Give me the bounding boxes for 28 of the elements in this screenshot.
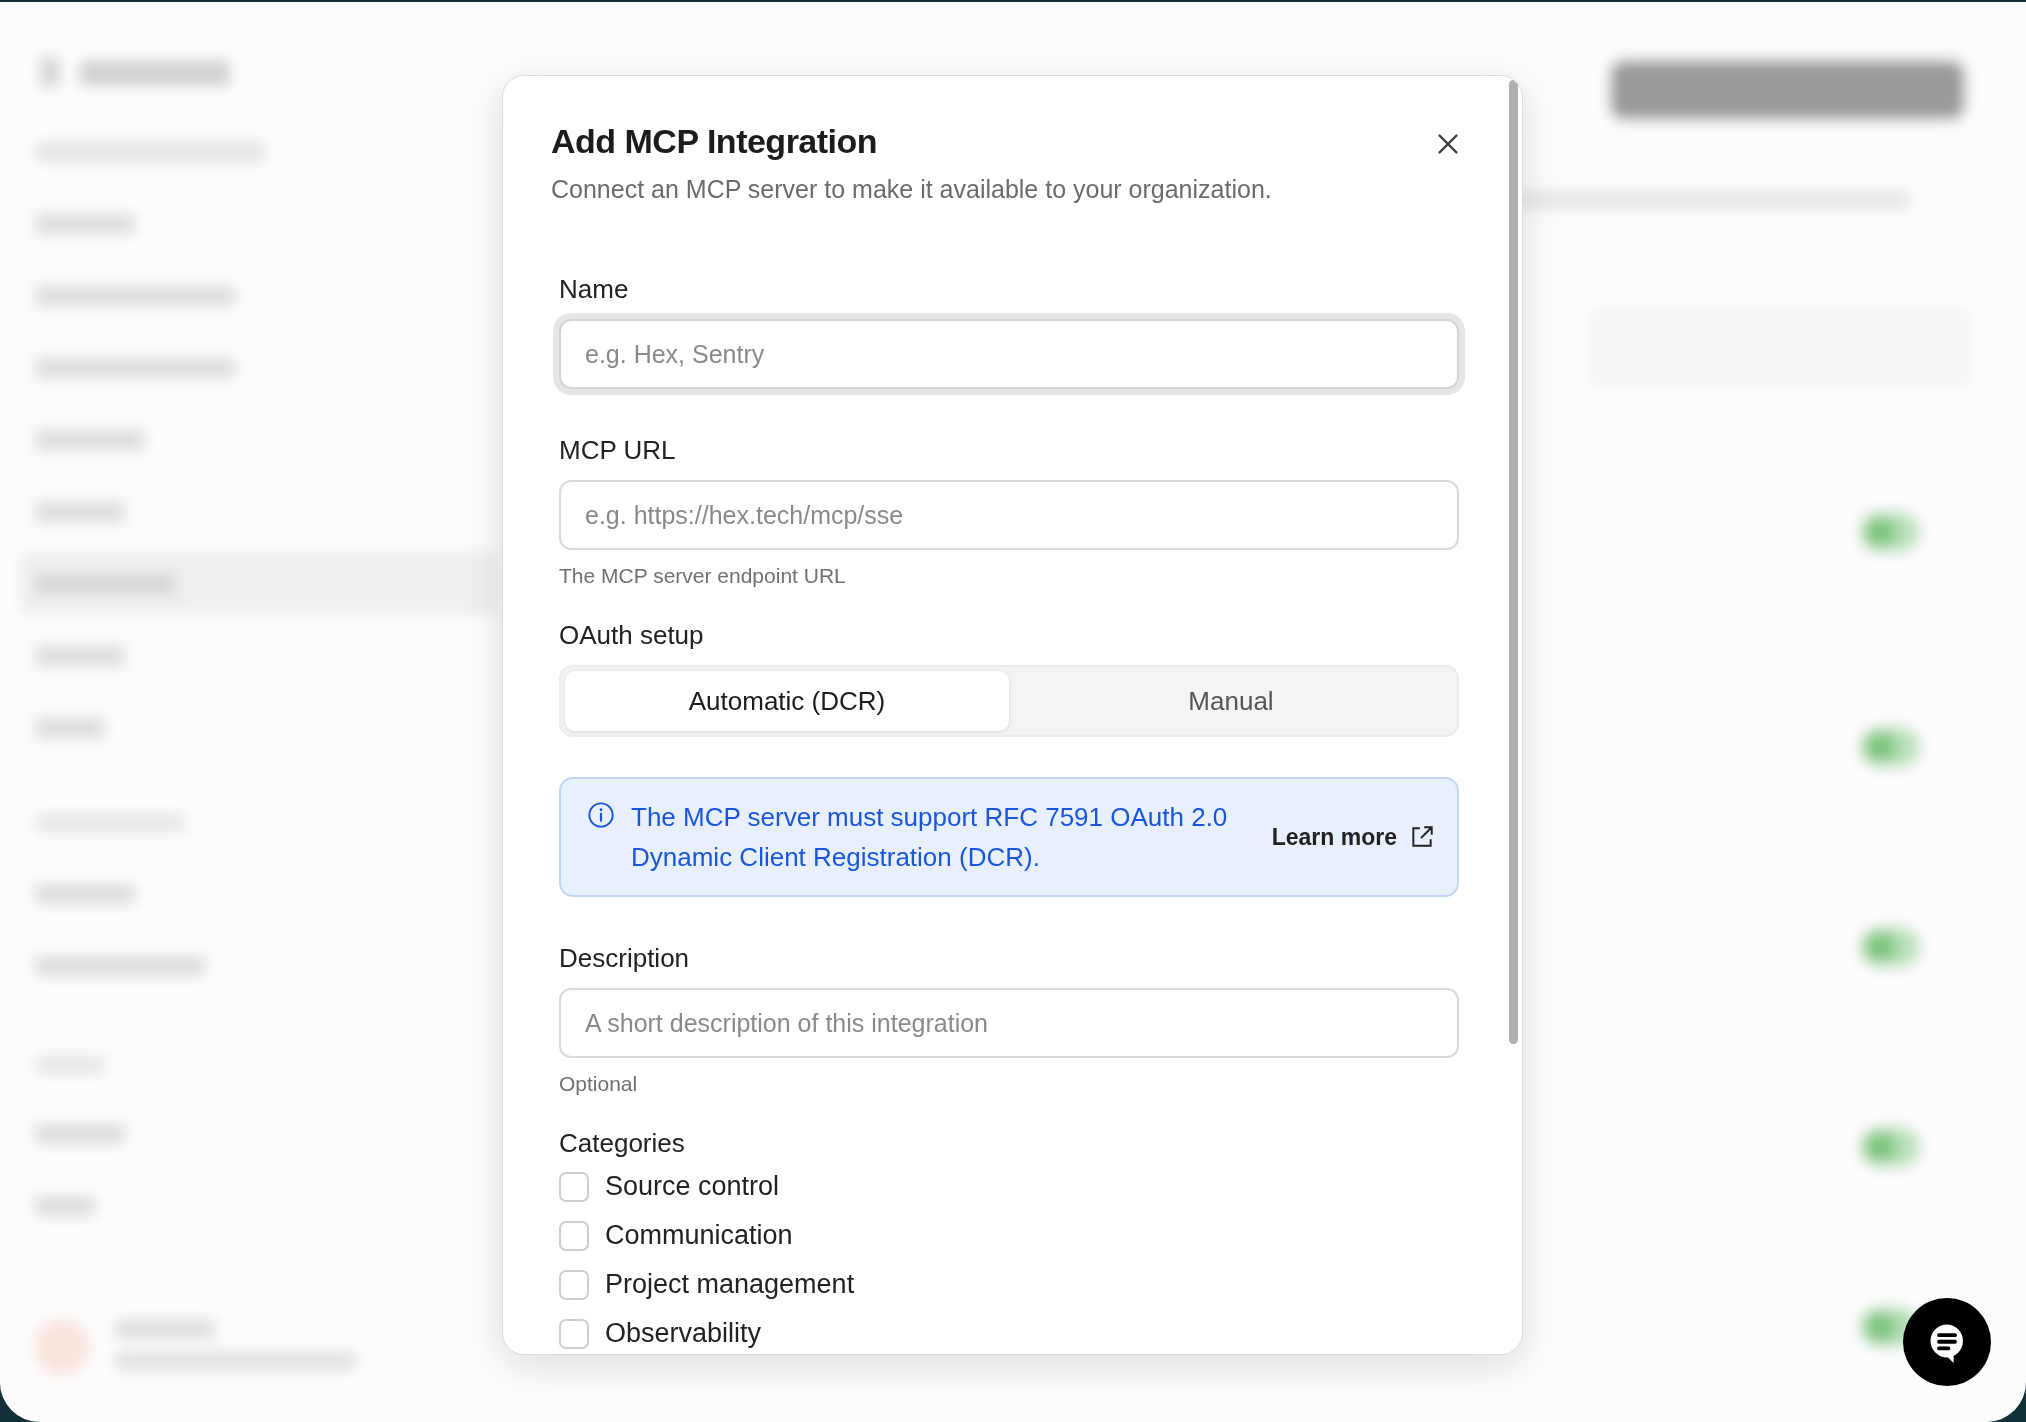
info-icon (587, 801, 615, 829)
checkbox[interactable] (559, 1171, 589, 1202)
external-link-icon (1409, 824, 1435, 850)
field-label: Name (559, 274, 630, 305)
input-field[interactable]: e.g. Hex, Sentry (559, 319, 1459, 389)
field-label: Description (559, 943, 691, 974)
input-field[interactable]: e.g. https://hex.tech/mcp/sse (559, 480, 1459, 550)
checkbox-label: Communication (605, 1220, 793, 1251)
dialog-title: Add MCP Integration (551, 122, 879, 161)
field-label: Categories (559, 1128, 686, 1159)
notice-text: The MCP server must support RFC 7591 OAuth 2.0 Dynamic Client Registration (DCR). (631, 801, 1229, 874)
field-hint: Optional (559, 1072, 639, 1096)
field-label: OAuth setup (559, 620, 705, 651)
checkbox[interactable] (559, 1269, 589, 1300)
checkbox[interactable] (559, 1318, 589, 1349)
dialog-subtitle: Connect an MCP server to make it available to your organization. (551, 175, 1272, 204)
checkbox[interactable] (559, 1220, 589, 1251)
scrollbar[interactable] (1509, 80, 1518, 1044)
checkbox-label: Observability (605, 1318, 762, 1349)
input-field[interactable]: A short description of this integration (559, 988, 1459, 1058)
segment-tab[interactable]: Automatic (DCR) (565, 671, 1009, 731)
close-icon (1436, 132, 1460, 156)
field-label: MCP URL (559, 435, 677, 466)
learn-more-link[interactable]: Learn more (1271, 823, 1435, 851)
checkbox-label: Project management (605, 1269, 855, 1300)
segment-tab[interactable]: Manual (1009, 671, 1453, 731)
checkbox-label: Source control (605, 1171, 780, 1202)
field-hint: The MCP server endpoint URL (559, 564, 847, 588)
